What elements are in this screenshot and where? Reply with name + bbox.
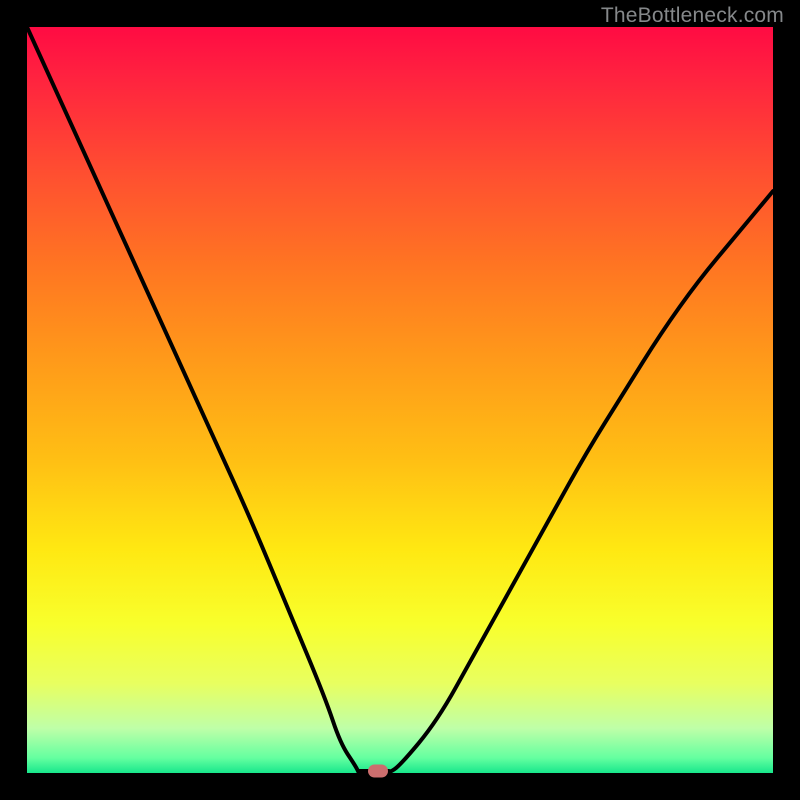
- chart-frame: TheBottleneck.com: [0, 0, 800, 800]
- watermark-text: TheBottleneck.com: [601, 4, 784, 28]
- minimum-marker: [368, 765, 388, 778]
- chart-plot-area: [27, 27, 773, 773]
- bottleneck-curve: [27, 27, 773, 773]
